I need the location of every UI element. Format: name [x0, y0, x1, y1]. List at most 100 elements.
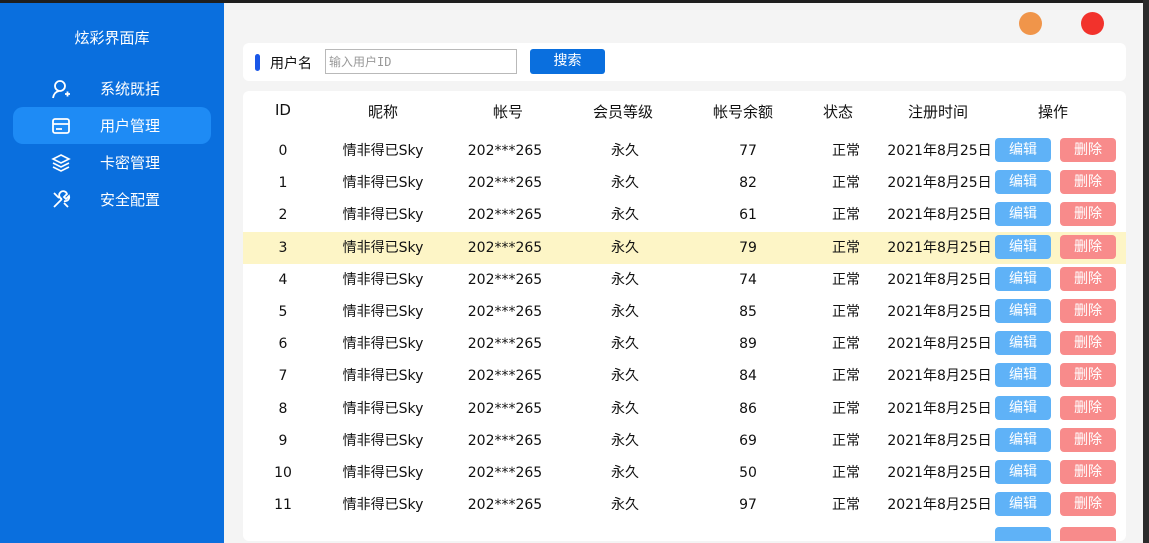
edit-button[interactable]: 编辑: [995, 266, 1051, 291]
edit-button[interactable]: 编辑: [995, 202, 1051, 227]
table-row[interactable]: 7 情非得已Sky 202***265 永久 84 正常 2021年8月25日 编辑 删除: [243, 360, 1126, 392]
cell-level: 永久: [611, 271, 639, 288]
edit-button[interactable]: 编辑: [995, 170, 1051, 195]
column-header-date: 注册时间: [907, 103, 968, 121]
cell-date: 2021年8月25日: [887, 143, 992, 159]
app-title: 炫彩界面库: [74, 29, 150, 47]
sidebar-item-security-config[interactable]: 安全配置: [13, 181, 211, 218]
delete-button[interactable]: 删除: [1060, 266, 1116, 291]
cell-balance: 84: [739, 368, 757, 385]
cell-date: 2021年8月25日: [887, 271, 992, 288]
column-header-actions: 操作: [1037, 103, 1068, 121]
cell-status: 正常: [832, 239, 860, 256]
table-row[interactable]: 6 情非得已Sky 202***265 永久 89 正常 2021年8月25日 编辑 删除: [243, 328, 1126, 360]
edit-button[interactable]: 编辑: [995, 363, 1051, 388]
table-row[interactable]: 4 情非得已Sky 202***265 永久 74 正常 2021年8月25日 编辑 删除: [243, 264, 1126, 296]
tools-icon: [51, 189, 71, 210]
cell-id: 8: [278, 400, 288, 417]
table-row[interactable]: 3 情非得已Sky 202***265 永久 79 正常 2021年8月25日 编辑 删除: [243, 231, 1126, 264]
delete-button[interactable]: [1060, 527, 1116, 541]
cell-level: 永久: [611, 432, 639, 449]
cell-status: 正常: [832, 175, 860, 192]
edit-button[interactable]: 编辑: [995, 492, 1051, 517]
cell-nickname: 情非得已Sky: [342, 464, 424, 481]
cell-date: 2021年8月25日: [887, 336, 992, 353]
delete-button[interactable]: 删除: [1060, 363, 1116, 388]
cell-balance: 50: [739, 464, 757, 481]
cell-level: 永久: [611, 368, 639, 385]
cell-level: 永久: [611, 497, 639, 514]
cell-id: 3: [278, 239, 288, 256]
edit-button[interactable]: 编辑: [995, 395, 1051, 420]
close-button[interactable]: [1081, 12, 1104, 35]
edit-button[interactable]: 编辑: [995, 138, 1051, 162]
table-row[interactable]: 0 情非得已Sky 202***265 永久 77 正常 2021年8月25日 编辑 删除: [243, 135, 1126, 167]
sidebar-item-overview[interactable]: 系统既括: [13, 70, 211, 107]
cell-status: 正常: [832, 432, 860, 449]
edit-button[interactable]: 编辑: [995, 427, 1051, 452]
delete-button[interactable]: 删除: [1060, 427, 1116, 452]
column-header-nickname: 昵称: [367, 103, 398, 121]
cell-status: 正常: [832, 464, 860, 481]
table-row[interactable]: 1 情非得已Sky 202***265 永久 82 正常 2021年8月25日 编辑 删除: [243, 167, 1126, 199]
minimize-button[interactable]: [1019, 12, 1042, 35]
cell-level: 永久: [611, 143, 639, 159]
delete-button[interactable]: 删除: [1060, 138, 1116, 162]
cell-balance: 82: [739, 175, 757, 192]
delete-button[interactable]: 删除: [1060, 234, 1116, 259]
delete-button[interactable]: 删除: [1060, 395, 1116, 420]
cell-level: 永久: [611, 400, 639, 417]
cell-nickname: 情非得已Sky: [342, 143, 424, 159]
cell-nickname: 情非得已Sky: [342, 175, 424, 192]
delete-button[interactable]: 删除: [1060, 331, 1116, 356]
app-window: 炫彩界面库 系统既括 用户管理 卡密管理 安全配置 用户名 输入用户ID 搜索 …: [0, 0, 1143, 543]
search-accent-bar: [255, 54, 260, 71]
cell-account: 202***265: [467, 400, 543, 417]
cell-nickname: 情非得已Sky: [342, 497, 424, 514]
cell-status: 正常: [832, 368, 860, 385]
cell-date: 2021年8月25日: [887, 175, 992, 192]
cell-account: 202***265: [467, 368, 543, 385]
cell-nickname: 情非得已Sky: [342, 239, 424, 256]
delete-button[interactable]: 删除: [1060, 298, 1116, 323]
sidebar-item-label: 安全配置: [100, 191, 161, 209]
edit-button[interactable]: 编辑: [995, 298, 1051, 323]
cell-date: 2021年8月25日: [887, 368, 992, 385]
edit-button[interactable]: 编辑: [995, 234, 1051, 259]
sidebar-item-user-management[interactable]: 用户管理: [13, 107, 211, 144]
cell-balance: 61: [739, 207, 757, 224]
table-row[interactable]: 8 情非得已Sky 202***265 永久 86 正常 2021年8月25日 编辑 删除: [243, 393, 1126, 425]
delete-button[interactable]: 删除: [1060, 202, 1116, 227]
column-header-level: 会员等级: [592, 103, 653, 121]
edit-button[interactable]: [995, 527, 1051, 541]
layers-icon: [51, 153, 71, 173]
cell-level: 永久: [611, 464, 639, 481]
user-plus-icon: [51, 79, 71, 99]
edit-button[interactable]: 编辑: [995, 459, 1051, 484]
table-row[interactable]: 2 情非得已Sky 202***265 永久 61 正常 2021年8月25日 编辑 删除: [243, 199, 1126, 231]
table-row[interactable]: 5 情非得已Sky 202***265 永久 85 正常 2021年8月25日 编辑 删除: [243, 296, 1126, 328]
cell-nickname: 情非得已Sky: [342, 400, 424, 417]
search-button[interactable]: 搜索: [530, 49, 605, 74]
sidebar-item-card-management[interactable]: 卡密管理: [13, 144, 211, 181]
table-row[interactable]: 11 情非得已Sky 202***265 永久 97 正常 2021年8月25日 编辑 删除: [243, 489, 1126, 521]
cell-id: 1: [278, 175, 288, 192]
sidebar-item-label: 系统既括: [100, 80, 161, 98]
cell-level: 永久: [611, 303, 639, 320]
cell-id: 2: [278, 207, 288, 224]
cell-date: 2021年8月25日: [887, 239, 992, 256]
cell-account: 202***265: [467, 497, 543, 514]
table-row[interactable]: 9 情非得已Sky 202***265 永久 69 正常 2021年8月25日 编辑 删除: [243, 425, 1126, 457]
cell-account: 202***265: [467, 336, 543, 353]
delete-button[interactable]: 删除: [1060, 459, 1116, 484]
edit-button[interactable]: 编辑: [995, 331, 1051, 356]
search-input[interactable]: [325, 49, 517, 74]
delete-button[interactable]: 删除: [1060, 170, 1116, 195]
cell-id: 4: [278, 271, 288, 288]
cell-status: 正常: [832, 497, 860, 514]
delete-button[interactable]: 删除: [1060, 492, 1116, 517]
table-row[interactable]: 10 情非得已Sky 202***265 永久 50 正常 2021年8月25日 编辑 删除: [243, 457, 1126, 489]
cell-nickname: 情非得已Sky: [342, 303, 424, 320]
cell-account: 202***265: [467, 464, 543, 481]
cell-nickname: 情非得已Sky: [342, 271, 424, 288]
